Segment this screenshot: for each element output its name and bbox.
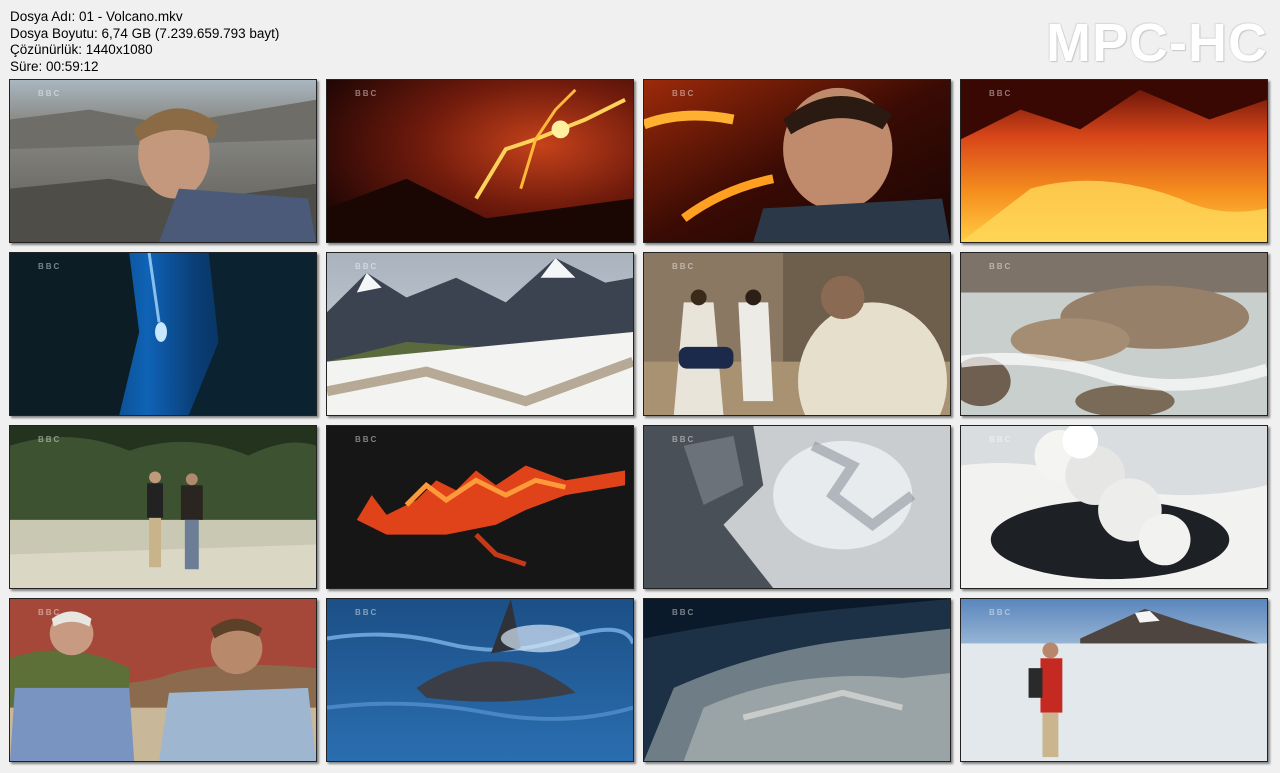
thumbnail-image	[644, 80, 950, 242]
thumbnail-lava-cracks[interactable]: BBC	[326, 79, 634, 243]
thumbnail-man-on-rocks[interactable]: BBC	[9, 79, 317, 243]
bbc-watermark: BBC	[38, 89, 62, 98]
duration-line: Süre: 00:59:12	[10, 58, 99, 74]
thumbnail-image	[10, 599, 316, 761]
bbc-watermark: BBC	[38, 435, 62, 444]
thumbnail-lava-fire-night[interactable]: BBC	[326, 425, 634, 589]
file-info-panel: Dosya Adı: 01 - Volcano.mkv Dosya Boyutu…	[10, 9, 279, 75]
thumbnail-image	[644, 426, 950, 588]
bbc-watermark: BBC	[672, 435, 696, 444]
thumbnail-lava-lake[interactable]: BBC	[960, 79, 1268, 243]
bbc-watermark: BBC	[989, 608, 1013, 617]
bbc-watermark: BBC	[989, 89, 1013, 98]
thumbnail-men-running[interactable]: BBC	[643, 252, 951, 416]
app-logo: MPC-HC	[1046, 13, 1268, 73]
bbc-watermark: BBC	[672, 262, 696, 271]
thumbnail-dolphin-in-sea[interactable]: BBC	[326, 598, 634, 762]
bbc-watermark: BBC	[672, 89, 696, 98]
thumbnail-diver-in-rift[interactable]: BBC	[9, 252, 317, 416]
thumbnail-image	[961, 80, 1267, 242]
bbc-watermark: BBC	[989, 262, 1013, 271]
thumbnail-grid: BBC BBC BBC BBC BBC BBC BBC BBC BBC BBC …	[9, 79, 1268, 762]
thumbnail-underwater-rock[interactable]: BBC	[643, 598, 951, 762]
bbc-watermark: BBC	[38, 262, 62, 271]
thumbnail-image	[10, 80, 316, 242]
bbc-watermark: BBC	[989, 435, 1013, 444]
thumbnail-eruption-plume[interactable]: BBC	[960, 425, 1268, 589]
bbc-watermark: BBC	[355, 89, 379, 98]
thumbnail-man-before-lava[interactable]: BBC	[643, 79, 951, 243]
bbc-watermark: BBC	[38, 608, 62, 617]
thumbnail-image	[327, 599, 633, 761]
bbc-watermark: BBC	[672, 608, 696, 617]
thumbnail-image	[327, 426, 633, 588]
thumbnail-two-men-talking[interactable]: BBC	[9, 598, 317, 762]
thumbnail-image	[10, 253, 316, 415]
thumbnail-men-walking-by-lake[interactable]: BBC	[9, 425, 317, 589]
thumbnail-rock-and-ice[interactable]: BBC	[643, 425, 951, 589]
thumbnail-snowy-mountains[interactable]: BBC	[326, 252, 634, 416]
file-name-line: Dosya Adı: 01 - Volcano.mkv	[10, 9, 183, 24]
bbc-watermark: BBC	[355, 435, 379, 444]
thumbnail-image	[10, 426, 316, 588]
file-size-line: Dosya Boyutu: 6,74 GB (7.239.659.793 bay…	[10, 25, 280, 41]
thumbnail-image	[644, 253, 950, 415]
thumbnail-image	[961, 599, 1267, 761]
thumbnail-river-rocks[interactable]: BBC	[960, 252, 1268, 416]
bbc-watermark: BBC	[355, 608, 379, 617]
thumbnail-hiker-in-snow[interactable]: BBC	[960, 598, 1268, 762]
thumbnail-image	[961, 253, 1267, 415]
thumbnail-image	[327, 253, 633, 415]
thumbnail-image	[644, 599, 950, 761]
thumbnail-image	[327, 80, 633, 242]
bbc-watermark: BBC	[355, 262, 379, 271]
thumbnail-image	[961, 426, 1267, 588]
resolution-line: Çözünürlük: 1440x1080	[10, 42, 153, 57]
